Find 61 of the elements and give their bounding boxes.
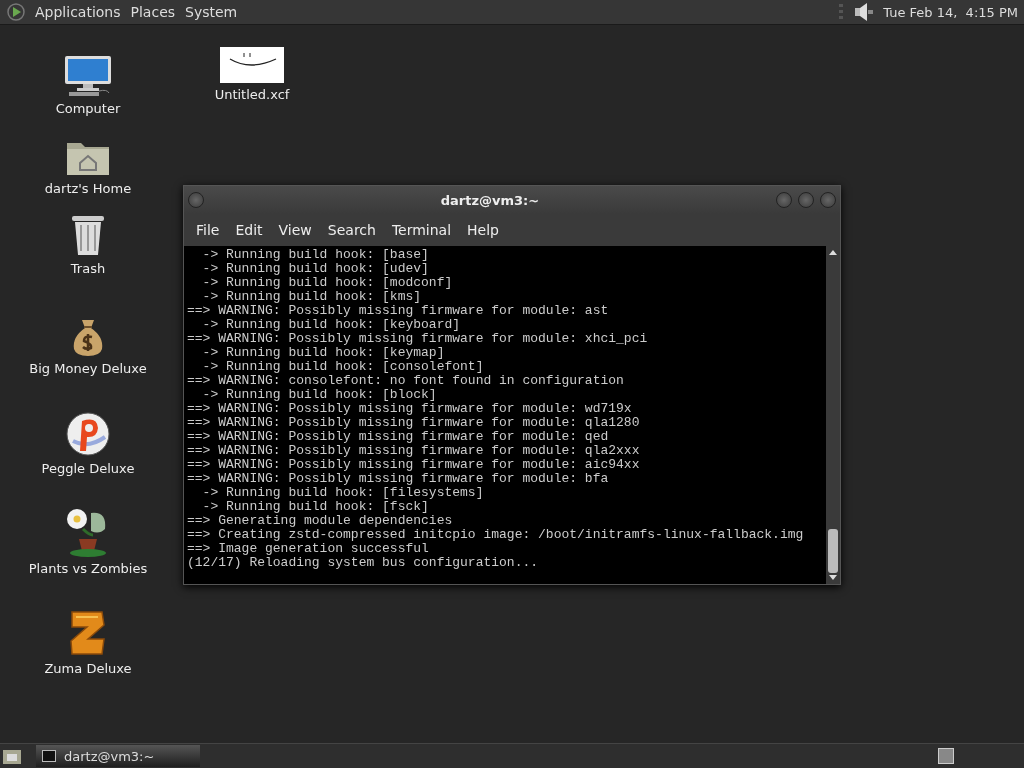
output-line: -> Running build hook: [udev] (201, 262, 430, 276)
output-line: -> Running build hook: [block] (201, 388, 438, 402)
panel-menu[interactable]: Applications (32, 4, 128, 20)
icon-label[interactable]: Zuma Deluxe (44, 661, 132, 676)
menu-item[interactable]: Search (319, 222, 384, 238)
menu-item[interactable]: File (188, 222, 228, 238)
taskbar-button[interactable]: dartz@vm3:~ (36, 745, 200, 767)
speaker-icon[interactable] (853, 2, 876, 22)
icon-label[interactable]: Computer (55, 101, 121, 116)
output-line: ==> WARNING: Possibly missing firmware for module: xhci_pci (187, 332, 649, 346)
window-title: dartz@vm3:~ (439, 192, 541, 208)
output-line: ==> WARNING: Possibly missing firmware for module: qla1280 (187, 416, 641, 430)
panel-menu[interactable]: System (182, 4, 245, 20)
panel-handle-icon[interactable] (839, 3, 844, 21)
output-line: -> Running build hook: [keyboard] (201, 318, 462, 332)
output-line: (12/17) Reloading system bus configuration... (187, 556, 540, 570)
icon-label[interactable]: Untitled.xcf (214, 87, 290, 102)
output-line: -> Running build hook: [consolefont] (201, 360, 485, 374)
output-line: ==> WARNING: consolefont: no font found in configuration (187, 374, 625, 388)
menu-item[interactable]: Terminal (383, 222, 460, 238)
menu-item[interactable]: Edit (227, 222, 271, 238)
menu-item[interactable]: Help (459, 222, 507, 238)
close-button[interactable] (820, 192, 836, 208)
panel-menu[interactable]: Places (127, 4, 183, 20)
trash-icon[interactable] (70, 213, 106, 257)
window-menu-button[interactable] (188, 192, 204, 208)
icon-label[interactable]: Trash (70, 261, 106, 276)
output-line: -> Running build hook: [kms] (201, 290, 423, 304)
output-line: ==> Creating zstd-compressed initcpio image: /boot/initramfs-linux-fallback.img (187, 528, 805, 542)
output-line: ==> Image generation successful (187, 542, 430, 556)
show-desktop-icon[interactable] (2, 747, 22, 765)
scroll-up-arrow-icon[interactable] (829, 250, 837, 255)
output-line: -> Running build hook: [keymap] (201, 346, 446, 360)
output-line: ==> WARNING: Possibly missing firmware for module: bfa (187, 472, 610, 486)
workspace-switcher[interactable] (938, 748, 954, 764)
output-line: -> Running build hook: [modconf] (201, 276, 454, 290)
terminal-icon (42, 750, 56, 762)
output-line: ==> WARNING: Possibly missing firmware for module: qla2xxx (187, 444, 641, 458)
output-line: ==> WARNING: Possibly missing firmware for module: ast (187, 304, 610, 318)
menu-logo-icon[interactable] (6, 2, 26, 22)
peggle-icon[interactable] (65, 411, 111, 457)
output-line: -> Running build hook: [fsck] (201, 500, 430, 514)
menu-item[interactable]: View (270, 222, 320, 238)
output-line: -> Running build hook: [base] (201, 248, 430, 262)
scroll-down-arrow-icon[interactable] (829, 575, 837, 580)
output-line: -> Running build hook: [filesystems] (201, 486, 485, 500)
icon-label[interactable]: Peggle Deluxe (41, 461, 135, 476)
clock[interactable]: Tue Feb 14, 4:15 PM (883, 4, 1018, 20)
maximize-button[interactable] (798, 192, 814, 208)
output-line: ==> Generating module dependencies (187, 514, 454, 528)
output-line: ==> WARNING: Possibly missing firmware for module: aic94xx (187, 458, 641, 472)
output-line: ==> WARNING: Possibly missing firmware for module: wd719x (187, 402, 633, 416)
zuma-icon[interactable] (68, 609, 108, 657)
icon-label[interactable]: dartz's Home (44, 181, 132, 196)
computer-icon[interactable] (63, 55, 113, 97)
output-line: ==> WARNING: Possibly missing firmware for module: qed (187, 430, 610, 444)
scrollbar[interactable] (826, 246, 840, 584)
minimize-button[interactable] (776, 192, 792, 208)
icon-label[interactable]: Plants vs Zombies (28, 561, 148, 576)
icon-label[interactable]: Big Money Deluxe (29, 361, 147, 376)
scroll-thumb[interactable] (828, 529, 838, 573)
